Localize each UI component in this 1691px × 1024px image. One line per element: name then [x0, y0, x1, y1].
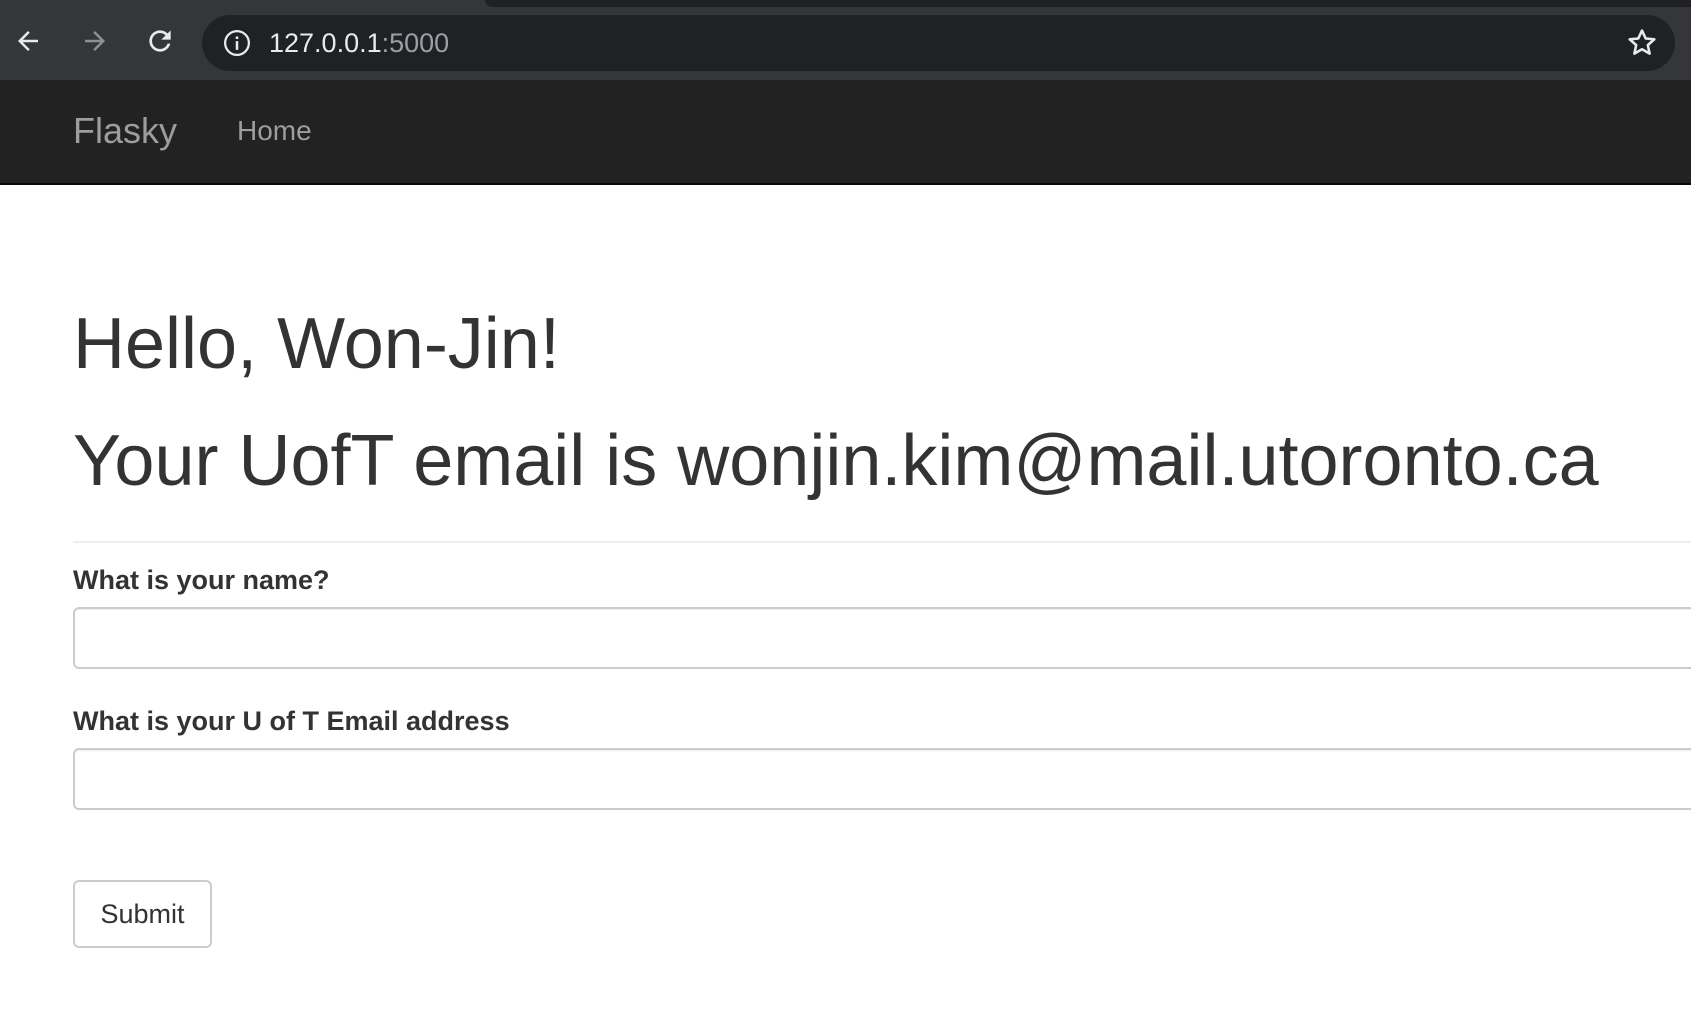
- email-label: What is your U of T Email address: [73, 706, 510, 736]
- reload-button[interactable]: [138, 19, 182, 63]
- browser-toolbar: 127.0.0.1:5000: [0, 0, 1691, 80]
- info-icon[interactable]: [222, 28, 252, 58]
- reload-icon: [149, 30, 171, 52]
- forward-arrow-icon: [85, 31, 105, 51]
- back-arrow-icon: [18, 31, 38, 51]
- star-icon[interactable]: [1625, 26, 1659, 60]
- url-port: :5000: [381, 28, 450, 58]
- url-host: 127.0.0.1: [269, 28, 382, 58]
- navbar-brand[interactable]: Flasky: [73, 110, 177, 152]
- page-header: Hello, Won-Jin! Your UofT email is wonji…: [73, 293, 1691, 543]
- navbar: Flasky Home: [0, 80, 1691, 185]
- email-heading: Your UofT email is wonjin.kim@mail.utoro…: [73, 421, 1599, 501]
- email-input[interactable]: [73, 748, 1691, 810]
- address-bar[interactable]: 127.0.0.1:5000: [202, 15, 1675, 71]
- forward-button[interactable]: [73, 19, 117, 63]
- tab-strip: [485, 0, 1691, 7]
- name-label: What is your name?: [73, 565, 330, 595]
- url-text[interactable]: 127.0.0.1:5000: [269, 28, 449, 58]
- name-input[interactable]: [73, 607, 1691, 669]
- greeting-heading: Hello, Won-Jin!: [73, 304, 560, 384]
- back-button[interactable]: [6, 19, 50, 63]
- nav-link-home[interactable]: Home: [237, 115, 312, 147]
- submit-button[interactable]: Submit: [73, 880, 212, 948]
